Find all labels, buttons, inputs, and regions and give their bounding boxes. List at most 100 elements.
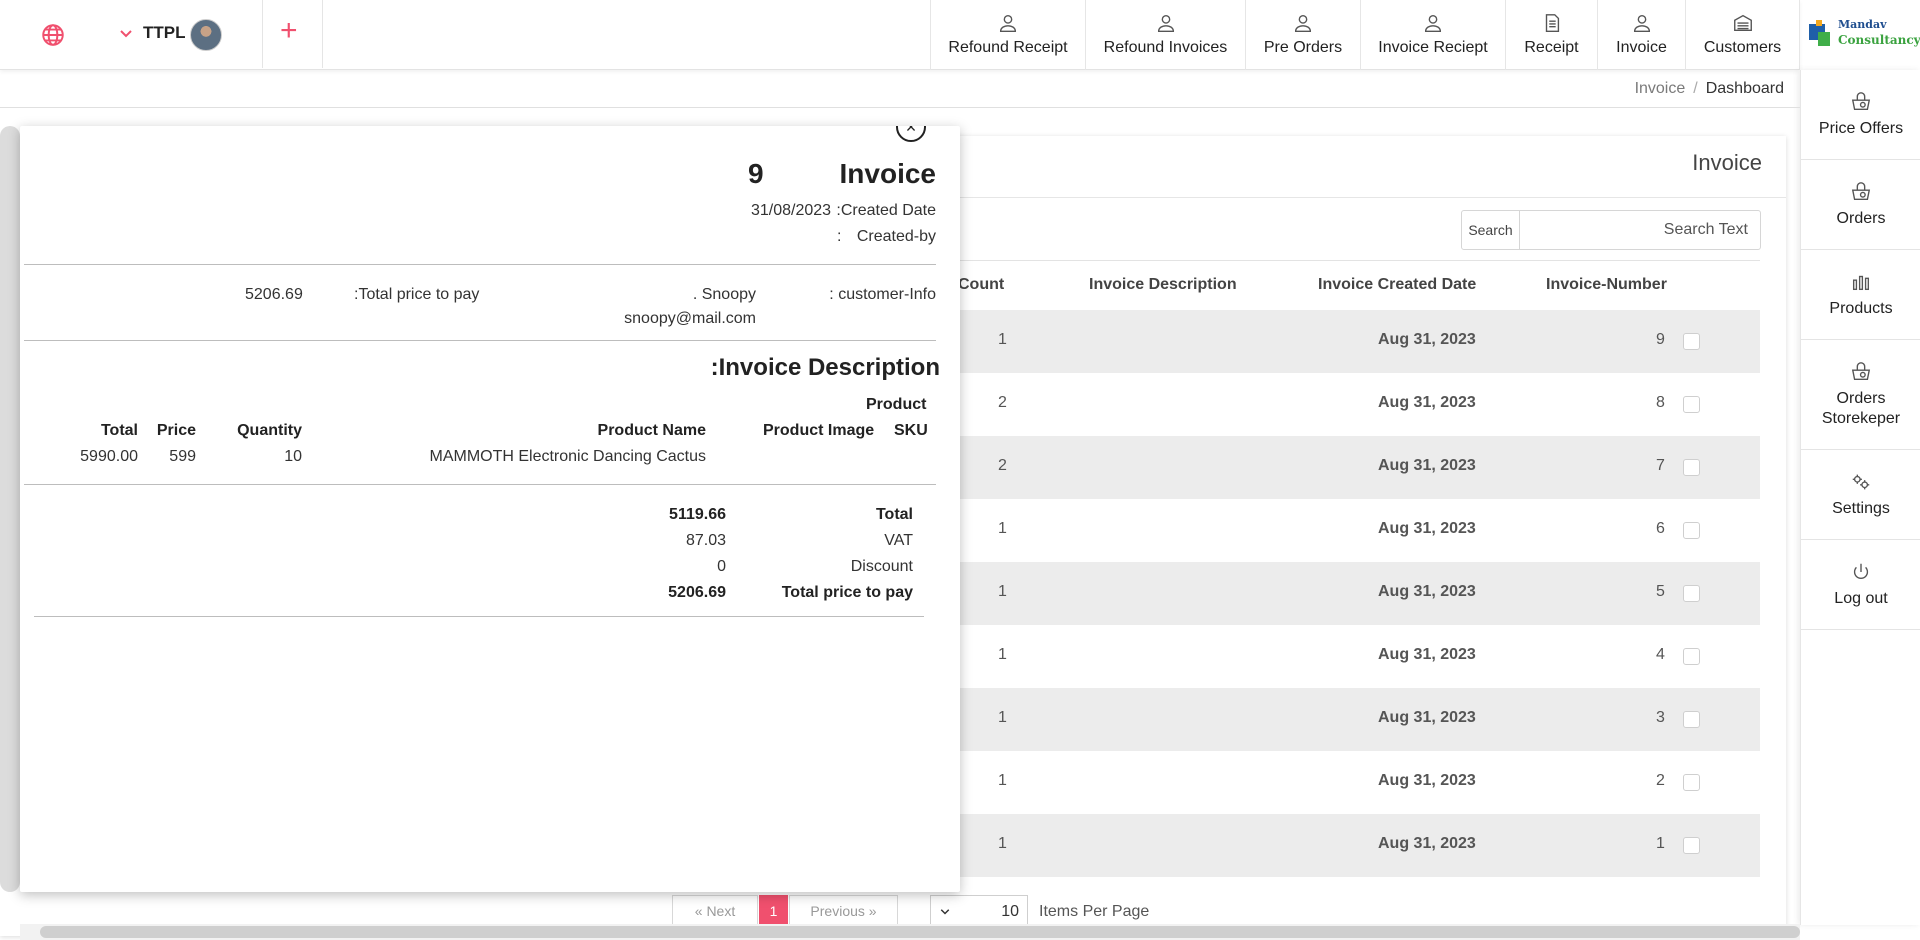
sidebar-item-orders[interactable]: Orders (1801, 160, 1920, 250)
basket-icon (1851, 91, 1871, 110)
cell-count: 1 (998, 709, 1007, 726)
column-header-total: Total (100, 422, 138, 439)
avatar[interactable] (190, 19, 222, 51)
search-button[interactable]: Search (1462, 211, 1520, 249)
scrollbar-thumb[interactable] (40, 926, 1800, 938)
right-sidebar: Price Offers Orders Products Orders Stor… (1800, 70, 1920, 925)
user-icon (1157, 14, 1174, 32)
logo-text: Consultancy (1838, 33, 1920, 47)
row-checkbox[interactable] (1683, 648, 1700, 665)
created-by-separator: : (837, 228, 842, 245)
column-header-created-date[interactable]: Invoice Created Date (1318, 276, 1476, 294)
nav-refound-receipt[interactable]: Refound Receipt (930, 0, 1085, 70)
cell-invoice-number: 8 (1656, 394, 1665, 411)
product-price: 599 (169, 448, 196, 465)
summary-pay-value: 5206.69 (668, 584, 726, 601)
close-icon[interactable]: × (896, 126, 926, 142)
gears-icon (1852, 474, 1870, 489)
nav-label: Receipt (1524, 39, 1579, 56)
organization-name[interactable]: TTPL (143, 23, 186, 43)
breadcrumb-current: Dashboard (1705, 80, 1784, 97)
cell-count: 2 (998, 394, 1007, 411)
sidebar-item-label: Price Offers (1818, 119, 1904, 137)
cell-invoice-number: 6 (1656, 520, 1665, 537)
globe-icon[interactable] (40, 22, 66, 48)
row-checkbox[interactable] (1683, 459, 1700, 476)
power-icon (1853, 563, 1869, 579)
sidebar-item-orders-storekeper[interactable]: Orders Storekeper (1801, 340, 1920, 450)
row-checkbox[interactable] (1683, 711, 1700, 728)
cell-count: 1 (998, 583, 1007, 600)
cell-created-date: Aug 31, 2023 (1378, 709, 1476, 726)
search-group: Search (1461, 210, 1761, 250)
nav-invoice[interactable]: Invoice (1597, 0, 1685, 70)
company-logo[interactable]: Mandav Consultancy (1806, 18, 1920, 54)
cell-count: 1 (998, 331, 1007, 348)
sidebar-item-logout[interactable]: Log out (1801, 540, 1920, 630)
row-checkbox[interactable] (1683, 333, 1700, 350)
cell-count: 2 (998, 457, 1007, 474)
row-checkbox[interactable] (1683, 837, 1700, 854)
pagination-page[interactable]: 1 (759, 895, 788, 927)
basket-icon (1851, 361, 1871, 380)
cell-created-date: Aug 31, 2023 (1378, 331, 1476, 348)
cell-invoice-number: 1 (1656, 835, 1665, 852)
breadcrumb: Invoice / Dashboard (1635, 80, 1784, 98)
sidebar-item-products[interactable]: Products (1801, 250, 1920, 340)
user-icon (999, 14, 1017, 32)
summary-total-label: Total (875, 506, 913, 523)
chevron-down-icon (940, 909, 950, 915)
logo-mark (1818, 32, 1830, 46)
cell-invoice-number: 2 (1656, 772, 1665, 789)
logo-mark (1816, 20, 1822, 26)
summary-discount-value: 0 (717, 558, 726, 575)
summary-vat-label: VAT (884, 532, 913, 549)
nav-pre-orders[interactable]: Pre Orders (1245, 0, 1360, 70)
search-input[interactable] (1520, 211, 1760, 249)
row-checkbox[interactable] (1683, 774, 1700, 791)
nav-label: Customers (1703, 39, 1782, 56)
product-total: 5990.00 (80, 448, 138, 465)
sidebar-item-settings[interactable]: Settings (1801, 450, 1920, 540)
invoice-detail-modal: × Invoice 9 :Created Date 31/08/2023 Cre… (20, 126, 960, 892)
cell-invoice-number: 4 (1656, 646, 1665, 663)
cell-invoice-number: 9 (1656, 331, 1665, 348)
row-checkbox[interactable] (1683, 522, 1700, 539)
cell-created-date: Aug 31, 2023 (1378, 457, 1476, 474)
sidebar-item-label: Settings (1832, 499, 1890, 517)
breadcrumb-link[interactable]: Invoice (1635, 80, 1686, 97)
row-checkbox[interactable] (1683, 396, 1700, 413)
sidebar-item-label: Orders Storekeper (1821, 389, 1901, 427)
created-date-value: 31/08/2023 (751, 202, 832, 219)
nav-customers[interactable]: Customers (1685, 0, 1800, 70)
pagination-previous[interactable]: Previous » (789, 895, 898, 927)
top-navbar: TTPL + Refound Receipt Refound Invoices … (0, 0, 1800, 70)
cell-count: 1 (998, 772, 1007, 789)
horizontal-scrollbar[interactable] (20, 924, 1800, 940)
cell-count: 1 (998, 646, 1007, 663)
column-header-product-name: Product Name (597, 422, 706, 439)
created-by-label: Created-by (856, 228, 936, 245)
nav-invoice-reciept[interactable]: Invoice Reciept (1360, 0, 1505, 70)
sidebar-item-label: Products (1829, 299, 1893, 317)
divider (322, 0, 323, 68)
add-icon[interactable]: + (280, 16, 298, 46)
column-header-description[interactable]: Invoice Description (1089, 276, 1237, 294)
vertical-scrollbar[interactable] (0, 126, 20, 892)
nav-label: Pre Orders (1263, 39, 1343, 56)
user-icon (1294, 14, 1312, 32)
cell-created-date: Aug 31, 2023 (1378, 583, 1476, 600)
nav-refound-invoices[interactable]: Refound Invoices (1085, 0, 1245, 70)
column-header-count[interactable]: Count (958, 276, 1004, 294)
row-checkbox[interactable] (1683, 585, 1700, 602)
sidebar-item-price-offers[interactable]: Price Offers (1801, 70, 1920, 160)
nav-receipt[interactable]: Receipt (1505, 0, 1597, 70)
pagination-next[interactable]: « Next (672, 895, 758, 927)
column-header-invoice-number[interactable]: Invoice-Number (1546, 276, 1667, 294)
items-per-page-label: Items Per Page (1039, 903, 1150, 920)
column-header-product-image: Product Image (763, 422, 875, 439)
user-icon (1633, 14, 1650, 32)
customer-info-label: : customer-Info (829, 286, 936, 303)
cell-count: 1 (998, 520, 1007, 537)
chevron-down-icon[interactable] (118, 26, 134, 42)
